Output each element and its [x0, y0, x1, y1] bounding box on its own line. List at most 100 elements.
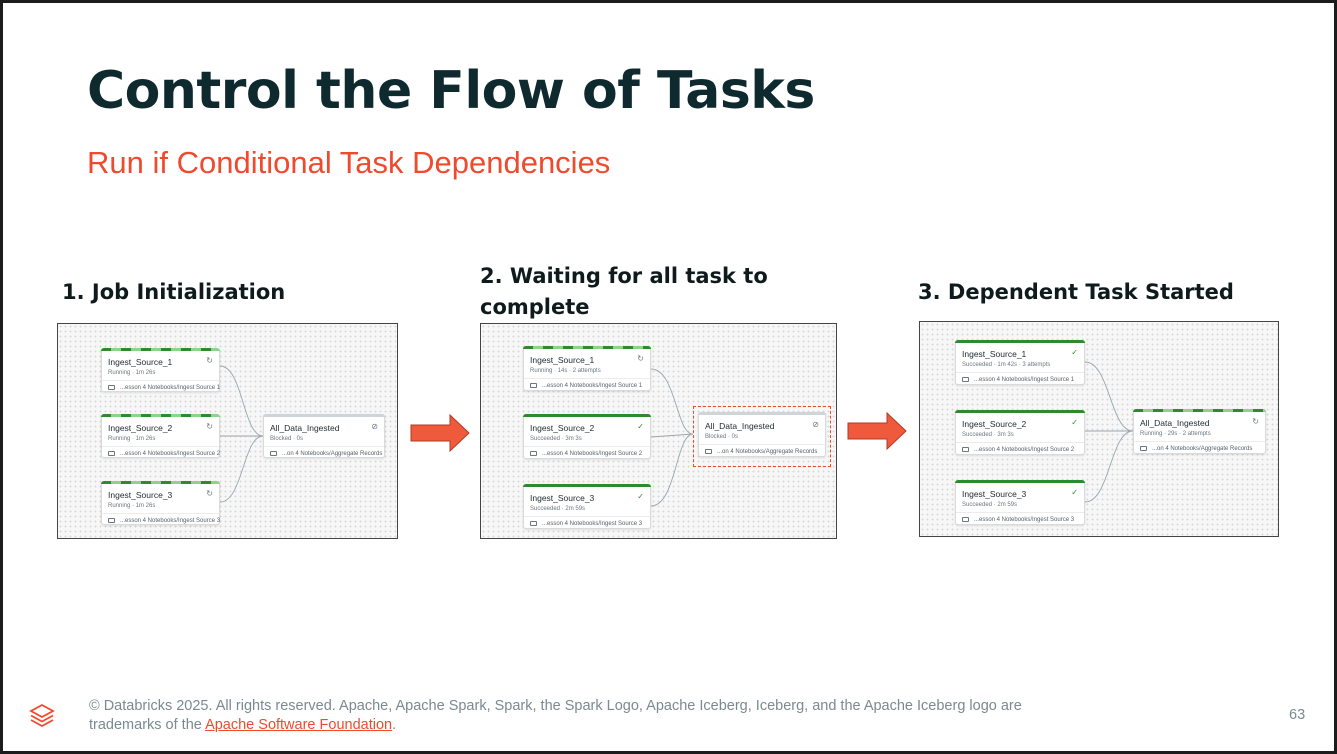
task-card[interactable]: Ingest_Source_3 Running · 1m 26s ...esso…: [101, 481, 220, 525]
task-name: Ingest_Source_2: [530, 423, 595, 433]
check-circle-icon: ✓: [1071, 418, 1078, 427]
refresh-icon: ↻: [1252, 417, 1259, 426]
divider: [956, 372, 1084, 373]
page-number: 63: [1289, 707, 1306, 723]
status-bar: [955, 340, 1085, 343]
refresh-icon: ↻: [206, 489, 213, 498]
folder-icon: [962, 447, 969, 452]
task-card-dependent[interactable]: All_Data_Ingested Blocked · 0s ...on 4 N…: [698, 412, 826, 457]
task-name: Ingest_Source_3: [108, 490, 173, 500]
step-3-label: 3. Dependent Task Started: [918, 280, 1234, 304]
task-card[interactable]: Ingest_Source_1 Running · 14s · 2 attemp…: [523, 346, 651, 391]
check-circle-icon: ✓: [1071, 348, 1078, 357]
folder-icon: [108, 518, 115, 523]
task-path-text: ...esson 4 Notebooks/Ingest Source 2: [974, 447, 1075, 453]
divider: [956, 442, 1084, 443]
step-2-label: 2. Waiting for all task to complete: [480, 261, 768, 323]
task-status: Running · 1m 26s: [108, 436, 156, 442]
task-status: Succeeded · 3m 3s: [962, 432, 1014, 438]
divider: [102, 380, 219, 381]
task-status: Succeeded · 2m 59s: [530, 506, 586, 512]
task-name: Ingest_Source_2: [962, 419, 1027, 429]
task-path-text: ...esson 4 Notebooks/Ingest Source 1: [542, 383, 643, 389]
task-path: ...esson 4 Notebooks/Ingest Source 2: [108, 451, 220, 457]
task-card[interactable]: Ingest_Source_2 Succeeded · 3m 3s ...ess…: [523, 414, 651, 459]
divider: [699, 444, 825, 445]
status-bar: [698, 412, 826, 415]
asf-link[interactable]: Apache Software Foundation: [205, 717, 392, 733]
task-status: Blocked · 0s: [705, 434, 739, 440]
task-path: ...esson 4 Notebooks/Ingest Source 3: [962, 517, 1074, 523]
task-name: Ingest_Source_1: [530, 355, 595, 365]
task-name: Ingest_Source_3: [962, 489, 1027, 499]
task-status: Running · 29s · 2 attempts: [1140, 431, 1211, 437]
refresh-icon: ↻: [637, 354, 644, 363]
task-name: All_Data_Ingested: [270, 423, 340, 433]
task-path: ...esson 4 Notebooks/Ingest Source 1: [108, 385, 220, 391]
task-card[interactable]: Ingest_Source_1 Running · 1m 26s ...esso…: [101, 348, 220, 392]
copyright-end: .: [392, 717, 397, 733]
task-name: All_Data_Ingested: [705, 421, 775, 431]
task-path: ...esson 4 Notebooks/Ingest Source 2: [962, 447, 1074, 453]
slide-subtitle: Run if Conditional Task Dependencies: [87, 145, 611, 180]
task-card[interactable]: Ingest_Source_3 Succeeded · 2m 59s ...es…: [955, 480, 1085, 525]
task-card-dependent[interactable]: All_Data_Ingested Running · 29s · 2 atte…: [1133, 409, 1266, 454]
divider: [1134, 441, 1265, 442]
task-path: ...on 4 Notebooks/Aggregate Records: [270, 451, 382, 457]
folder-icon: [962, 377, 969, 382]
step-2-label-line1: 2. Waiting for all task to: [480, 264, 768, 288]
folder-icon: [270, 451, 277, 456]
task-path: ...esson 4 Notebooks/Ingest Source 1: [962, 377, 1074, 383]
task-status: Running · 1m 26s: [108, 503, 156, 509]
folder-icon: [962, 517, 969, 522]
status-bar: [101, 348, 220, 351]
folder-icon: [108, 451, 115, 456]
check-circle-icon: ✓: [637, 422, 644, 431]
task-path-text: ...on 4 Notebooks/Aggregate Records: [1152, 446, 1253, 452]
task-card[interactable]: Ingest_Source_1 Succeeded · 1m 42s · 3 a…: [955, 340, 1085, 385]
task-card[interactable]: Ingest_Source_2 Running · 1m 26s ...esso…: [101, 414, 220, 458]
status-bar: [523, 346, 651, 349]
step-2-label-line2: complete: [480, 295, 590, 319]
task-name: Ingest_Source_1: [962, 349, 1027, 359]
status-bar: [263, 414, 385, 417]
task-path: ...on 4 Notebooks/Aggregate Records: [1140, 446, 1252, 452]
task-path-text: ...esson 4 Notebooks/Ingest Source 1: [120, 385, 221, 391]
arrow-right-icon: [410, 414, 470, 452]
status-bar: [101, 481, 220, 484]
task-path: ...esson 4 Notebooks/Ingest Source 3: [530, 521, 642, 527]
task-path-text: ...esson 4 Notebooks/Ingest Source 3: [542, 521, 643, 527]
task-status: Blocked · 0s: [270, 436, 304, 442]
task-card-dependent[interactable]: All_Data_Ingested Blocked · 0s ...on 4 N…: [263, 414, 385, 458]
check-circle-icon: ✓: [1071, 488, 1078, 497]
task-status: Succeeded · 3m 3s: [530, 436, 582, 442]
copyright-notice: © Databricks 2025. All rights reserved. …: [89, 697, 1049, 735]
folder-icon: [530, 383, 537, 388]
refresh-icon: ↻: [206, 422, 213, 431]
task-path-text: ...on 4 Notebooks/Aggregate Records: [717, 449, 818, 455]
task-status: Running · 14s · 2 attempts: [530, 368, 601, 374]
check-circle-icon: ✓: [637, 492, 644, 501]
divider: [524, 378, 650, 379]
blocked-icon: ⊘: [812, 420, 819, 429]
folder-icon: [530, 521, 537, 526]
status-bar: [955, 480, 1085, 483]
divider: [102, 446, 219, 447]
task-path-text: ...esson 4 Notebooks/Ingest Source 1: [974, 377, 1075, 383]
task-status: Succeeded · 1m 42s · 3 attempts: [962, 362, 1051, 368]
task-name: Ingest_Source_1: [108, 357, 173, 367]
divider: [102, 513, 219, 514]
divider: [524, 446, 650, 447]
slide-title: Control the Flow of Tasks: [87, 61, 815, 121]
task-path: ...esson 4 Notebooks/Ingest Source 2: [530, 451, 642, 457]
task-path-text: ...esson 4 Notebooks/Ingest Source 3: [974, 517, 1075, 523]
blocked-icon: ⊘: [371, 422, 378, 431]
arrow-right-icon: [847, 412, 907, 450]
refresh-icon: ↻: [206, 356, 213, 365]
folder-icon: [530, 451, 537, 456]
task-status: Running · 1m 26s: [108, 370, 156, 376]
task-card[interactable]: Ingest_Source_2 Succeeded · 3m 3s ...ess…: [955, 410, 1085, 455]
status-bar: [523, 484, 651, 487]
task-card[interactable]: Ingest_Source_3 Succeeded · 2m 59s ...es…: [523, 484, 651, 529]
status-bar: [1133, 409, 1266, 412]
